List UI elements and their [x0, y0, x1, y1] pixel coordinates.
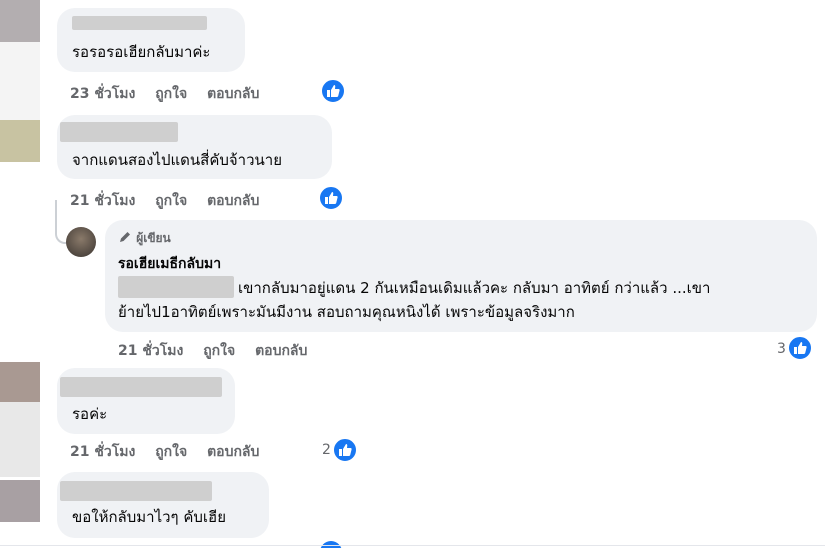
timestamp[interactable]: 21 ชั่วโมง [70, 444, 135, 460]
like-button[interactable]: ถูกใจ [155, 444, 187, 460]
commenter-name-redacted[interactable] [60, 122, 178, 142]
avatar[interactable] [0, 362, 40, 402]
tagged-name-redacted[interactable] [118, 276, 234, 298]
commenter-name-redacted[interactable] [60, 481, 212, 501]
like-button[interactable]: ถูกใจ [155, 193, 187, 209]
reply-text-line2: ย้ายไป1อาทิตย์เพราะมันมีงาน สอบถามคุณหนิ… [118, 303, 575, 321]
like-reaction-icon[interactable] [320, 78, 346, 104]
like-button[interactable]: ถูกใจ [155, 86, 187, 102]
avatar-shadow [0, 42, 40, 120]
comment-actions: 21 ชั่วโมง ถูกใจ ตอบกลับ [70, 441, 274, 463]
comment-text: รอรอรอเฮียกลับมาค่ะ [72, 43, 211, 61]
avatar[interactable] [0, 480, 40, 522]
timestamp[interactable]: 21 ชั่วโมง [118, 343, 183, 359]
author-badge: ผู้เขียน [118, 229, 171, 248]
like-reaction-icon[interactable] [318, 185, 344, 211]
comment-text: จากแดนสองไปแดนสี่คับจ้าวนาย [72, 151, 282, 169]
reaction-count[interactable]: 2 [322, 442, 331, 458]
reaction-count[interactable]: 3 [777, 341, 786, 357]
reply-actions: 21 ชั่วโมง ถูกใจ ตอบกลับ [118, 340, 322, 362]
comment-text: ขอให้กลับมาไวๆ คับเฮีย [72, 508, 226, 526]
like-button[interactable]: ถูกใจ [203, 343, 235, 359]
author-name[interactable]: รอเฮียเมธีกลับมา [118, 253, 221, 275]
avatar-shadow [0, 402, 40, 477]
pencil-icon [118, 230, 132, 247]
comment-actions: 21 ชั่วโมง ถูกใจ ตอบกลับ [70, 190, 274, 212]
timestamp[interactable]: 23 ชั่วโมง [70, 86, 135, 102]
avatar[interactable] [0, 0, 40, 42]
reply-button[interactable]: ตอบกลับ [207, 193, 259, 209]
commenter-name-redacted[interactable] [60, 377, 222, 397]
like-reaction-icon[interactable] [787, 335, 813, 361]
reply-button[interactable]: ตอบกลับ [207, 86, 259, 102]
timestamp[interactable]: 21 ชั่วโมง [70, 193, 135, 209]
bottom-divider [0, 545, 825, 546]
comment-text: รอค่ะ [72, 405, 108, 423]
like-reaction-icon[interactable] [332, 437, 358, 463]
comment-actions: 23 ชั่วโมง ถูกใจ ตอบกลับ [70, 83, 274, 105]
reply-button[interactable]: ตอบกลับ [255, 343, 307, 359]
author-avatar[interactable] [66, 227, 96, 257]
avatar[interactable] [0, 120, 40, 162]
reply-text-line1: เขากลับมาอยู่แดน 2 กันเหมือนเดิมแล้วคะ ก… [238, 279, 711, 297]
reply-button[interactable]: ตอบกลับ [207, 444, 259, 460]
commenter-name-redacted[interactable] [72, 16, 207, 30]
author-badge-label: ผู้เขียน [136, 231, 171, 245]
